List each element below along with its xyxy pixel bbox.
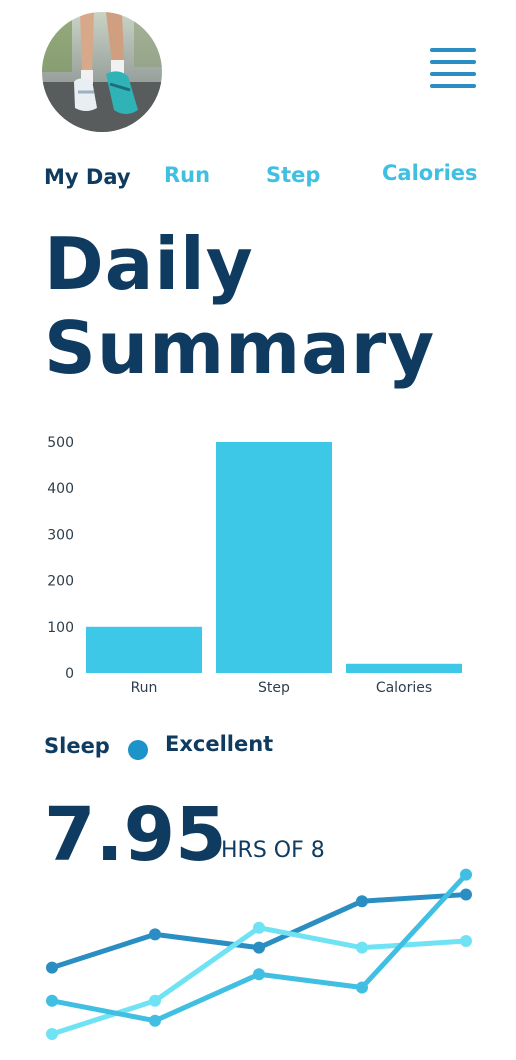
tab-run[interactable]: Run — [164, 160, 210, 190]
page-title-line1: Daily — [44, 222, 254, 306]
menu-icon-bar — [430, 60, 476, 64]
runner-photo-icon — [42, 12, 162, 132]
trend-point — [460, 868, 472, 881]
hamburger-menu-icon — [430, 48, 476, 52]
trend-point — [460, 888, 472, 901]
y-tick-label: 100 — [47, 620, 74, 636]
trend-point — [149, 928, 161, 941]
trend-point — [253, 941, 265, 954]
menu-icon-bar — [430, 72, 476, 76]
bar-calories — [346, 663, 462, 673]
trend-point — [253, 968, 265, 981]
page-title-line2: Summary — [44, 306, 436, 390]
trend-point — [149, 994, 161, 1007]
y-tick-label: 0 — [65, 666, 74, 682]
activity-bar-chart: 0 100 200 300 400 500 Run Step Calories — [0, 420, 516, 710]
tab-step[interactable]: Step — [266, 160, 320, 190]
trend-point — [356, 895, 368, 908]
avatar[interactable] — [42, 12, 162, 132]
trend-point — [46, 1028, 58, 1040]
trend-point — [46, 994, 58, 1007]
trend-chart-svg — [46, 868, 472, 1040]
trend-point — [46, 961, 58, 974]
x-category-label: Step — [258, 680, 290, 696]
tab-my-day[interactable]: My Day — [44, 162, 131, 192]
sleep-status: Excellent — [165, 732, 274, 756]
bar-chart-svg: 0 100 200 300 400 500 Run Step Calories — [47, 435, 462, 696]
y-tick-label: 200 — [47, 574, 74, 590]
y-tick-label: 400 — [47, 481, 74, 497]
x-category-label: Run — [131, 680, 158, 696]
trend-point — [149, 1014, 161, 1027]
status-dot-icon — [128, 740, 148, 760]
menu-button[interactable] — [428, 46, 478, 92]
x-category-label: Calories — [376, 680, 432, 696]
y-tick-label: 300 — [47, 527, 74, 543]
menu-icon-bar — [430, 84, 476, 88]
tab-calories[interactable]: Calories — [382, 158, 478, 188]
sleep-status-row: Sleep Excellent — [44, 732, 484, 762]
trend-point — [460, 935, 472, 948]
page-title: Daily Summary — [44, 222, 484, 390]
trend-point — [253, 921, 265, 934]
trend-point — [356, 981, 368, 994]
bar-run — [86, 626, 202, 673]
bar-step — [216, 442, 332, 673]
trend-point — [356, 941, 368, 954]
y-tick-label: 500 — [47, 435, 74, 451]
sleep-label: Sleep — [44, 734, 110, 758]
sleep-trend-chart — [0, 850, 516, 1060]
